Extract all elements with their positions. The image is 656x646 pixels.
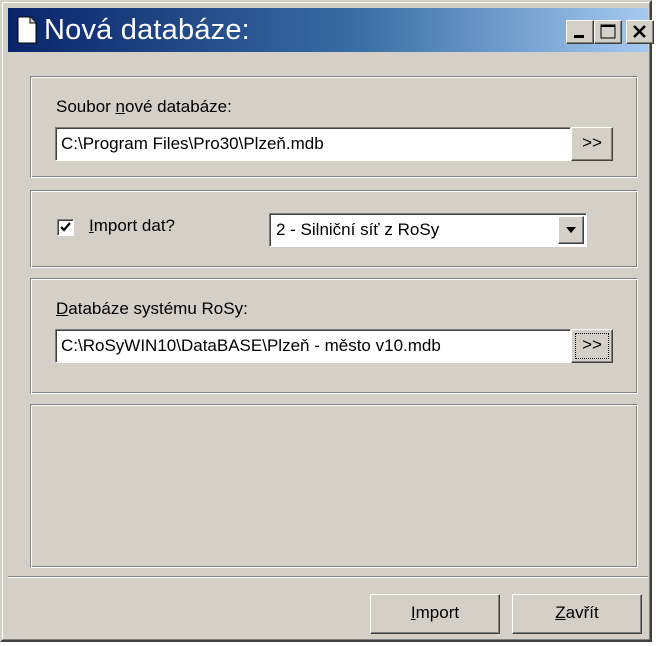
import-button[interactable]: Import bbox=[370, 594, 500, 634]
minimize-icon bbox=[574, 35, 584, 38]
rosy-database-path: C:\RoSyWIN10\DataBASE\Plzeň - město v10.… bbox=[61, 336, 441, 355]
new-database-panel: Soubor nové databáze: C:\Program Files\P… bbox=[30, 76, 638, 178]
checkmark-icon bbox=[60, 222, 71, 232]
dialog-window: Nová databáze: Soubor nové databáze: C:\… bbox=[0, 0, 654, 642]
rosy-database-path-field[interactable]: C:\RoSyWIN10\DataBASE\Plzeň - město v10.… bbox=[55, 329, 571, 363]
window-title: Nová databáze: bbox=[44, 14, 250, 46]
new-database-path: C:\Program Files\Pro30\Plzeň.mdb bbox=[61, 134, 324, 153]
footer-separator bbox=[8, 576, 648, 578]
chevron-down-icon bbox=[566, 227, 576, 233]
new-database-browse-button[interactable]: >> bbox=[571, 127, 613, 161]
maximize-button[interactable] bbox=[594, 20, 622, 44]
import-type-value: 2 - Silniční síť z RoSy bbox=[276, 220, 440, 239]
close-dialog-button[interactable]: Zavřít bbox=[512, 594, 642, 634]
import-label[interactable]: Import dat? bbox=[89, 216, 175, 236]
import-type-dropdown-button[interactable] bbox=[558, 216, 584, 244]
rosy-database-panel: Databáze systému RoSy: C:\RoSyWIN10\Data… bbox=[30, 278, 638, 394]
new-database-label: Soubor nové databáze: bbox=[56, 97, 232, 116]
import-type-select[interactable]: 2 - Silniční síť z RoSy bbox=[269, 213, 587, 247]
close-button[interactable] bbox=[626, 20, 654, 44]
close-icon bbox=[633, 25, 646, 38]
new-database-path-field[interactable]: C:\Program Files\Pro30\Plzeň.mdb bbox=[55, 127, 571, 161]
status-panel bbox=[30, 404, 638, 568]
maximize-icon bbox=[600, 24, 616, 39]
document-icon bbox=[17, 16, 37, 44]
title-bar[interactable]: Nová databáze: bbox=[8, 8, 654, 52]
rosy-database-browse-button[interactable]: >> bbox=[571, 329, 613, 363]
rosy-database-browse-label: >> bbox=[582, 335, 602, 354]
rosy-database-label: Databáze systému RoSy: bbox=[56, 299, 248, 318]
import-checkbox[interactable] bbox=[57, 219, 74, 236]
new-database-browse-label: >> bbox=[582, 133, 602, 152]
minimize-button[interactable] bbox=[566, 20, 594, 44]
import-panel: Import dat? 2 - Silniční síť z RoSy bbox=[30, 190, 638, 268]
